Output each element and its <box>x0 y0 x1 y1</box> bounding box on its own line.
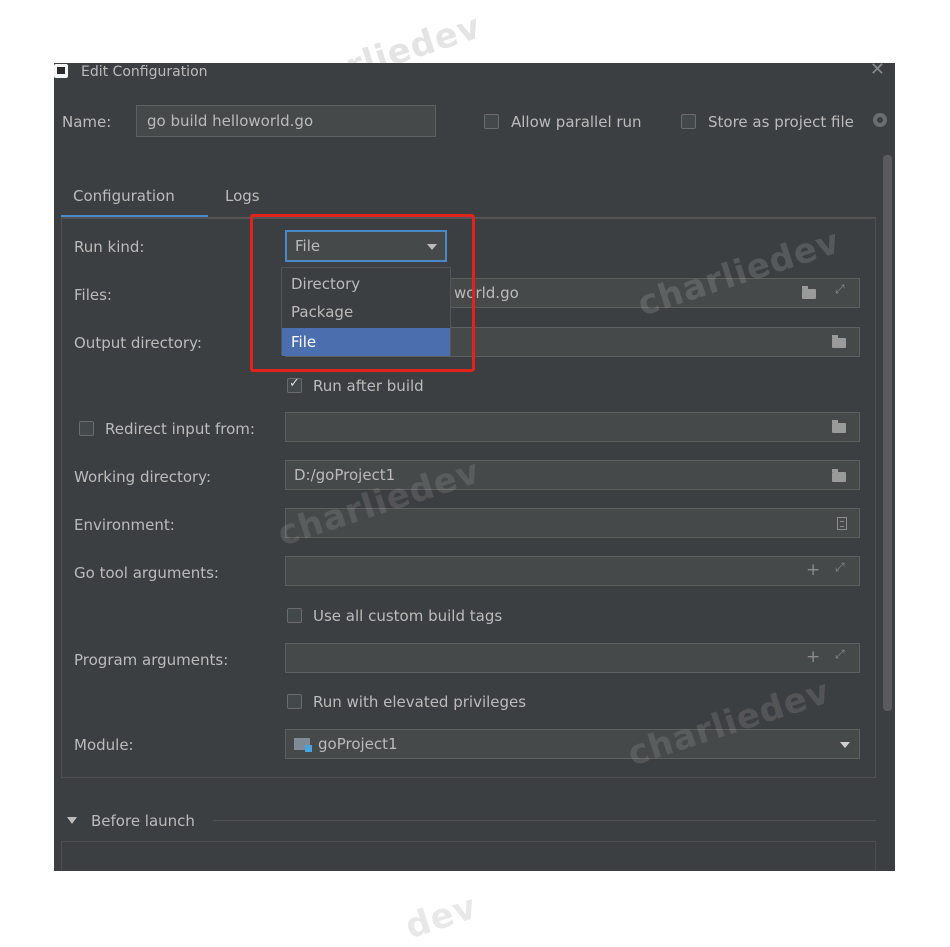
program-arguments-input[interactable] <box>285 643 860 673</box>
before-launch-divider <box>213 820 876 821</box>
goland-logo-icon <box>54 64 68 78</box>
run-elevated-checkbox[interactable] <box>287 694 302 709</box>
module-icon <box>294 738 312 752</box>
name-input[interactable]: go build helloworld.go <box>136 105 436 137</box>
before-launch-panel <box>61 841 876 871</box>
chevron-down-icon <box>427 244 437 250</box>
files-value: world.go <box>454 284 519 302</box>
go-tool-arguments-input[interactable] <box>285 556 860 586</box>
gear-icon[interactable] <box>873 113 887 127</box>
folder-icon[interactable] <box>802 286 816 299</box>
allow-parallel-checkbox[interactable] <box>484 114 499 129</box>
tab-configuration[interactable]: Configuration <box>73 186 175 206</box>
document-icon[interactable] <box>837 517 847 530</box>
redirect-input-field[interactable] <box>285 412 860 442</box>
folder-icon[interactable] <box>832 335 846 348</box>
chevron-down-icon <box>840 742 850 748</box>
run-kind-dropdown: Directory Package File <box>281 267 451 356</box>
files-label: Files: <box>74 286 112 304</box>
plus-icon[interactable]: + <box>806 647 820 667</box>
expand-icon[interactable]: ⤢ <box>835 282 845 297</box>
program-arguments-label: Program arguments: <box>74 651 229 669</box>
run-kind-select[interactable]: File <box>285 230 447 262</box>
allow-parallel-label: Allow parallel run <box>511 113 642 131</box>
edit-configuration-dialog: Edit Configuration ✕ Name: go build hell… <box>54 63 895 871</box>
output-directory-label: Output directory: <box>74 334 202 352</box>
scrollbar-thumb[interactable] <box>883 155 892 711</box>
use-custom-build-tags-checkbox[interactable] <box>287 608 302 623</box>
collapse-triangle-icon[interactable] <box>67 817 77 824</box>
run-elevated-label: Run with elevated privileges <box>313 693 527 711</box>
name-label: Name: <box>62 113 112 131</box>
watermark-bottom: dev <box>400 886 482 947</box>
title-bar: Edit Configuration ✕ <box>54 63 895 85</box>
working-directory-input[interactable]: D:/goProject1 <box>285 460 860 490</box>
go-tool-arguments-label: Go tool arguments: <box>74 564 219 582</box>
dropdown-option-directory[interactable]: Directory <box>282 270 450 298</box>
dropdown-option-package[interactable]: Package <box>282 298 450 326</box>
environment-input[interactable] <box>285 508 860 538</box>
expand-icon[interactable]: ⤢ <box>835 647 845 662</box>
run-after-build-checkbox[interactable] <box>287 376 302 393</box>
before-launch-label[interactable]: Before launch <box>91 811 195 831</box>
folder-icon[interactable] <box>832 420 846 433</box>
plus-icon[interactable]: + <box>806 560 820 580</box>
expand-icon[interactable]: ⤢ <box>835 560 845 575</box>
module-label: Module: <box>74 736 134 754</box>
tab-logs[interactable]: Logs <box>225 186 260 206</box>
dropdown-option-file[interactable]: File <box>282 328 450 356</box>
close-icon[interactable]: ✕ <box>870 63 885 79</box>
run-after-build-label: Run after build <box>313 377 424 395</box>
working-directory-label: Working directory: <box>74 468 212 486</box>
store-project-label: Store as project file <box>708 113 854 131</box>
store-project-checkbox[interactable] <box>681 114 696 129</box>
module-value: goProject1 <box>318 735 398 753</box>
environment-label: Environment: <box>74 516 175 534</box>
redirect-input-label: Redirect input from: <box>105 420 255 438</box>
module-select[interactable]: goProject1 <box>285 729 860 759</box>
redirect-input-checkbox[interactable] <box>79 421 94 436</box>
run-kind-selected-value: File <box>295 237 321 255</box>
folder-icon[interactable] <box>832 469 846 482</box>
run-kind-label: Run kind: <box>74 238 145 256</box>
use-custom-build-tags-label: Use all custom build tags <box>313 607 503 625</box>
dialog-title: Edit Configuration <box>81 64 208 80</box>
